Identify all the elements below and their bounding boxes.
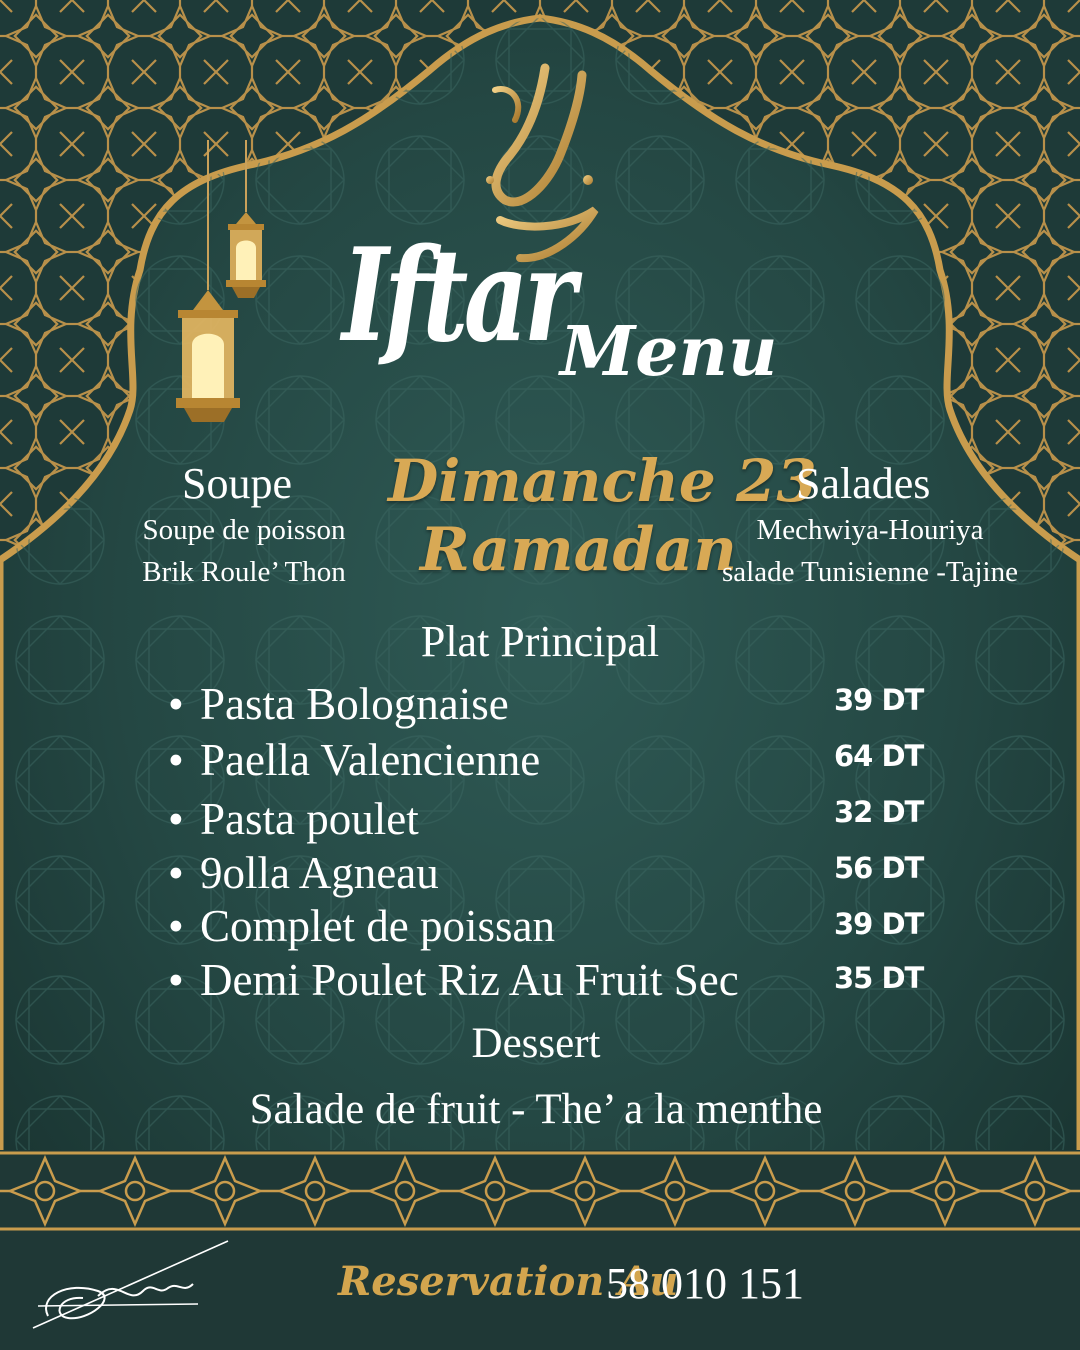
menu-item-price: 64 DT (834, 739, 924, 773)
menu-item-name: 9olla Agneau (200, 848, 439, 898)
chef-signature (32, 1240, 229, 1329)
salades-item: Mechwiya-Houriya (756, 514, 984, 546)
menu-item-price: 56 DT (834, 851, 924, 885)
reservation-phone: 58 010 151 (606, 1259, 804, 1308)
menu-item-price: 39 DT (834, 683, 924, 717)
title-iftar: Iftar (342, 221, 576, 371)
menu-item-name: Pasta Bolognaise (200, 679, 509, 729)
menu-item: • Complet de poissan (168, 901, 555, 951)
menu-item-name: Complet de poissan (200, 901, 555, 951)
menu-item: • Paella Valencienne (168, 735, 541, 785)
salades-item: salade Tunisienne -Tajine (722, 556, 1018, 588)
menu-item: • Pasta poulet (168, 794, 419, 844)
menu-item: • Pasta Bolognaise (168, 679, 509, 729)
menu-item-price: 35 DT (834, 961, 924, 995)
lantern-small-icon (226, 140, 266, 298)
iftar-menu-poster: Iftar Menu Dimanche 23 Ramadan Soupe Sou… (0, 0, 1080, 1350)
menu-item-price: 39 DT (834, 907, 924, 941)
dessert-item: Salade de fruit - The’ a la menthe (249, 1086, 823, 1133)
menu-item-name: Pasta poulet (200, 794, 419, 844)
menu-item: • Demi Poulet Riz Au Fruit Sec (168, 955, 739, 1005)
soupe-heading: Soupe (182, 459, 292, 508)
menu-item-name: Paella Valencienne (200, 735, 541, 785)
menu-item-name: Demi Poulet Riz Au Fruit Sec (200, 955, 739, 1005)
date-day: Dimanche 23 (388, 447, 817, 515)
dessert-heading: Dessert (471, 1020, 601, 1067)
ornamental-band (0, 1150, 1080, 1232)
soupe-item: Brik Roule’ Thon (142, 556, 346, 588)
plat-principal-heading: Plat Principal (420, 617, 660, 666)
salades-heading: Salades (796, 459, 931, 508)
title-menu: Menu (560, 312, 778, 392)
soupe-item: Soupe de poisson (142, 514, 346, 546)
menu-item-price: 32 DT (834, 795, 924, 829)
menu-item: • 9olla Agneau (168, 848, 439, 898)
